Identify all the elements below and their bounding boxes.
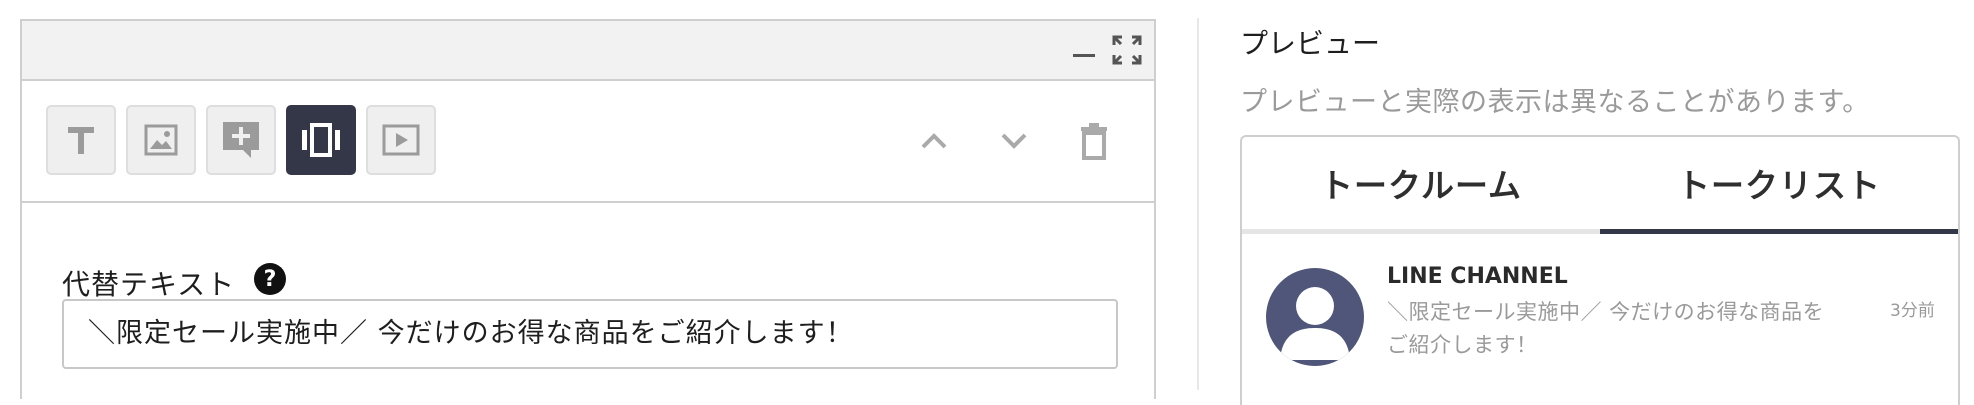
video-type-button[interactable]: [366, 105, 436, 175]
preview-tabs: トークルーム トークリスト: [1242, 137, 1958, 234]
move-down-icon: [1001, 133, 1027, 149]
image-icon: [144, 124, 178, 156]
expand-icon[interactable]: [1110, 33, 1144, 67]
preview-phone: トークルーム トークリスト LINE CHANNEL ＼限定セール実施中／ 今だ…: [1240, 135, 1960, 405]
image-type-button[interactable]: [126, 105, 196, 175]
minimize-icon[interactable]: [1067, 33, 1101, 67]
preview-note: プレビューと実際の表示は異なることがあります。: [1240, 87, 1870, 118]
tab-talk-list[interactable]: トークリスト: [1600, 137, 1958, 234]
text-type-button[interactable]: [46, 105, 116, 175]
chat-list-item[interactable]: LINE CHANNEL ＼限定セール実施中／ 今だけのお得な商品をご紹介します…: [1242, 234, 1958, 404]
avatar: [1266, 268, 1364, 366]
text-icon: [68, 127, 94, 154]
editor-header: [22, 21, 1154, 81]
move-up-button[interactable]: [914, 121, 954, 161]
rich-message-icon: [223, 122, 259, 158]
trash-icon: [1081, 123, 1107, 160]
alt-text-input[interactable]: ＼限定セール実施中／ 今だけのお得な商品をご紹介します！: [62, 299, 1118, 369]
delete-button[interactable]: [1074, 121, 1114, 161]
panel-divider: [1197, 18, 1199, 390]
user-avatar-icon: [1280, 287, 1350, 360]
preview-title: プレビュー: [1240, 27, 1381, 60]
chat-timestamp: 3分前: [1890, 301, 1935, 321]
message-editor-panel: 代替テキスト ? ＼限定セール実施中／ 今だけのお得な商品をご紹介します！: [20, 19, 1156, 399]
help-icon[interactable]: ?: [254, 263, 286, 295]
chat-name: LINE CHANNEL: [1387, 264, 1568, 289]
move-down-button[interactable]: [994, 121, 1034, 161]
video-icon: [382, 124, 420, 156]
tab-talk-room-label: トークルーム: [1319, 166, 1523, 205]
carousel-icon: [302, 123, 340, 157]
chat-message-preview: ＼限定セール実施中／ 今だけのお得な商品をご紹介します！: [1387, 300, 1825, 357]
tab-talk-list-label: トークリスト: [1677, 166, 1881, 205]
alt-text-label: 代替テキスト: [62, 268, 236, 301]
rich-message-type-button[interactable]: [206, 105, 276, 175]
tab-talk-room[interactable]: トークルーム: [1242, 137, 1600, 229]
message-type-toolbar: [22, 81, 1154, 203]
carousel-type-button[interactable]: [286, 105, 356, 175]
move-up-icon: [921, 133, 947, 149]
